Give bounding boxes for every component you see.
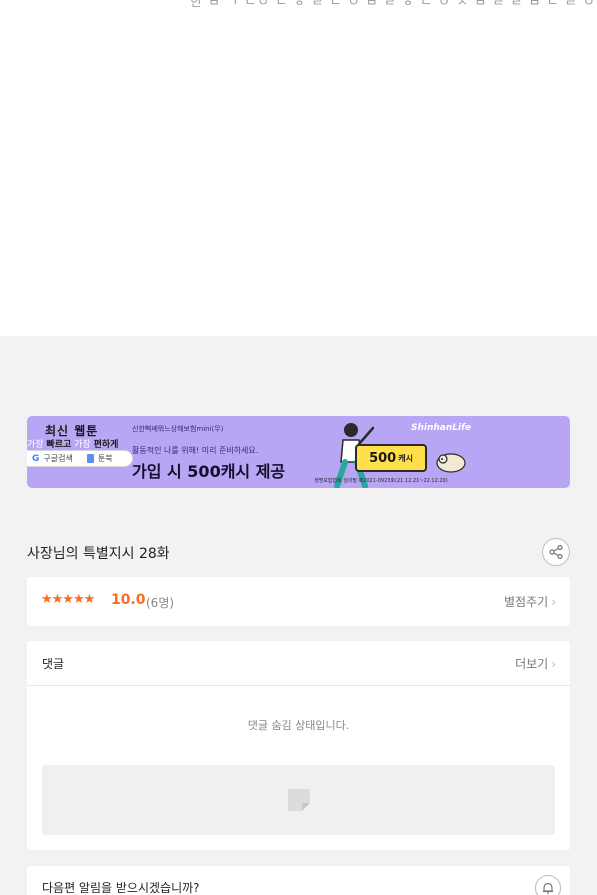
cut-off-text: 한 ㅂ ㄱ ㄴㅇ ㄴ ㅎ ㄹ ㄴ ㅇ ㅂ ㄹ ㅎ ㄴ ㅇ ㅈ ㅂ ㄹ ㄹ ㅂ ㄴ…: [190, 0, 597, 10]
ad-cash-badge: 500 캐시: [355, 444, 427, 472]
rate-button[interactable]: 별점주기 ›: [504, 593, 556, 610]
rating-stars: ★★★★★: [41, 592, 95, 607]
share-button[interactable]: [542, 538, 570, 566]
ad-ridi-label: 툰북: [97, 454, 113, 463]
notify-toggle-button[interactable]: [535, 875, 561, 895]
dog-illustration-icon: [436, 453, 466, 473]
ad-webtoon-sub: 가장 빠르고 가장 편하게: [27, 440, 119, 450]
notify-section: 다음편 알림을 받으시겠습니까?: [27, 866, 570, 895]
ad-headline: 가입 시 500캐시 제공: [132, 462, 286, 481]
ad-brand: 신한뻑쎄뭐느상해보험mini(무): [132, 425, 224, 433]
ad-sub-fast: 빠르고: [46, 440, 72, 450]
ad-desc: 활동적인 나를 위해! 미리 준비하세요.: [132, 446, 259, 455]
ad-cash-unit: 캐시: [398, 453, 413, 463]
more-label: 더보기: [515, 657, 549, 671]
shinhan-logo: ShinhanLife: [411, 423, 472, 433]
image-placeholder-icon: [287, 789, 310, 811]
ad-banner[interactable]: 최신 웹툰 가장 빠르고 가장 편하게 G 구글검색 툰북 신한뻑쎄뭐느상해보험…: [27, 416, 570, 488]
comment-header: 댓글 더보기 ›: [27, 641, 570, 686]
notify-question: 다음편 알림을 받으시겠습니까?: [42, 881, 200, 895]
comment-hidden-message: 댓글 숨김 상태입니다.: [247, 719, 350, 732]
google-icon: G: [32, 453, 40, 464]
chevron-right-icon: ›: [551, 656, 556, 671]
ad-search-label: 구글검색: [43, 454, 73, 463]
episode-title: 사장님의 특별지시 28화: [27, 546, 170, 562]
ad-cash-amount: 500: [369, 450, 397, 466]
rating-card: ★★★★★ 10.0 (6명) 별점주기 ›: [27, 577, 570, 626]
ad-sub-easy: 편하게: [93, 440, 119, 450]
content-area: 한 ㅂ ㄱ ㄴㅇ ㄴ ㅎ ㄹ ㄴ ㅇ ㅂ ㄹ ㅎ ㄴ ㅇ ㅈ ㅂ ㄹ ㄹ ㅂ ㄴ…: [0, 0, 597, 336]
comment-section: 댓글 더보기 › 댓글 숨김 상태입니다.: [27, 641, 570, 850]
rating-score: 10.0: [111, 592, 146, 608]
comment-more-button[interactable]: 더보기 ›: [515, 655, 556, 672]
ad-fine-print: 생명보험협회 심의필 제2021-0923호(21.12.21~22.12.20…: [314, 478, 448, 484]
ad-placeholder: [42, 765, 555, 835]
chevron-right-icon: ›: [551, 594, 556, 609]
ad-search-pill: G 구글검색 툰북: [27, 450, 133, 467]
ad-webtoon-section: 최신 웹툰 가장 빠르고 가장 편하게 G 구글검색 툰북: [27, 416, 133, 488]
rating-count: (6명): [146, 596, 175, 610]
rate-label: 별점주기: [504, 595, 549, 609]
book-icon: [86, 454, 94, 463]
comment-title: 댓글: [42, 657, 65, 671]
share-icon: [549, 545, 563, 559]
bell-icon: [543, 882, 553, 894]
